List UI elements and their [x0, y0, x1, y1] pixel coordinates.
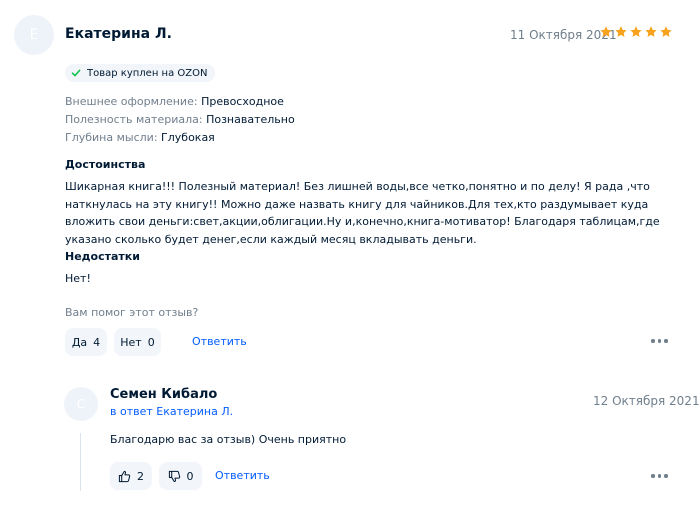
yes-count: 4 — [93, 335, 101, 349]
dislike-button[interactable]: 0 — [159, 462, 202, 490]
check-icon — [71, 69, 81, 77]
star-icon — [615, 26, 627, 37]
property-key: Глубина мысли: — [65, 131, 158, 144]
cons-title: Недостатки — [65, 250, 140, 263]
property-depth: Глубина мысли: Глубокая — [65, 131, 215, 144]
comment-author-name[interactable]: Семен Кибало — [110, 387, 217, 402]
review-author-name[interactable]: Екатерина Л. — [65, 26, 172, 42]
pros-text: Шикарная книга!!! Полезный материал! Без… — [65, 180, 660, 246]
helpful-yes-button[interactable]: Да 4 — [65, 328, 107, 356]
yes-label: Да — [71, 335, 88, 349]
cons-text: Нет! — [65, 272, 91, 285]
property-appearance: Внешнее оформление: Превосходное — [65, 95, 284, 108]
pros-title: Достоинства — [65, 158, 146, 171]
like-count: 2 — [137, 469, 144, 483]
comment-reply-link[interactable]: Ответить — [215, 469, 270, 482]
rating-stars — [599, 25, 673, 39]
more-options-icon[interactable] — [651, 339, 668, 343]
star-icon — [660, 26, 672, 37]
no-label: Нет — [120, 335, 142, 349]
helpful-no-button[interactable]: Нет 0 — [114, 328, 161, 356]
author-avatar: Е — [14, 15, 54, 55]
star-icon — [645, 26, 657, 37]
verified-purchase-badge: Товар куплен на OZON — [65, 64, 216, 82]
thumbs-down-icon — [168, 470, 180, 482]
thread-divider — [80, 433, 81, 491]
commenter-avatar: С — [64, 387, 98, 421]
no-count: 0 — [147, 335, 155, 349]
property-key: Полезность материала: — [65, 113, 203, 126]
dislike-count: 0 — [186, 469, 194, 483]
star-icon — [600, 26, 612, 37]
property-value: Превосходное — [201, 95, 284, 108]
badge-label: Товар куплен на OZON — [87, 67, 208, 79]
star-icon — [630, 26, 642, 37]
comment-more-options-icon[interactable] — [651, 474, 668, 478]
property-value: Познавательно — [206, 113, 295, 126]
property-value: Глубокая — [161, 131, 215, 144]
comment-date: 12 Октября 2021 — [593, 394, 700, 408]
thumbs-up-icon — [118, 470, 131, 482]
in-response-link[interactable]: в ответ Екатерина Л. — [110, 405, 233, 418]
property-key: Внешнее оформление: — [65, 95, 198, 108]
like-button[interactable]: 2 — [110, 462, 152, 490]
comment-text: Благодарю вас за отзыв) Очень приятно — [110, 433, 347, 446]
property-usefulness: Полезность материала: Познавательно — [65, 113, 295, 126]
helpful-question: Вам помог этот отзыв? — [65, 306, 199, 319]
reply-link[interactable]: Ответить — [192, 335, 247, 348]
